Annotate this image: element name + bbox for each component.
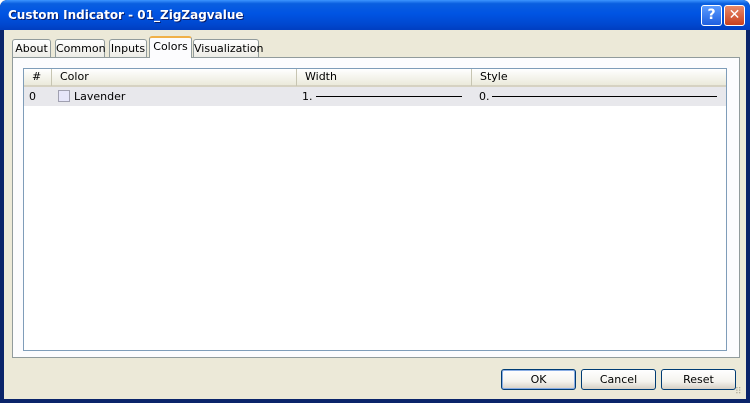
tab-visualization[interactable]: Visualization xyxy=(193,39,263,58)
tab-colors[interactable]: Colors xyxy=(149,36,192,58)
list-header: # Color Width Style xyxy=(24,69,726,87)
column-header-color[interactable]: Color xyxy=(52,69,297,86)
row-index: 0 xyxy=(29,90,36,103)
colors-list[interactable]: # Color Width Style 0 Lavender 1. 0. xyxy=(23,68,727,351)
window-title: Custom Indicator - 01_ZigZagvalue xyxy=(8,8,244,22)
dialog-window: Custom Indicator - 01_ZigZagvalue ? ✕ Ab… xyxy=(0,0,750,403)
color-name[interactable]: Lavender xyxy=(74,87,125,106)
cancel-button[interactable]: Cancel xyxy=(581,369,656,390)
width-value[interactable]: 1. xyxy=(302,87,313,106)
resize-grip-icon[interactable]: ⠿ xyxy=(735,387,745,397)
dialog-body: About Common Inputs Colors Visualization… xyxy=(4,30,746,399)
title-bar[interactable]: Custom Indicator - 01_ZigZagvalue ? ✕ xyxy=(0,0,750,30)
reset-button[interactable]: Reset xyxy=(661,369,736,390)
tab-common[interactable]: Common xyxy=(55,39,106,58)
close-button[interactable]: ✕ xyxy=(724,5,745,26)
tab-about[interactable]: About xyxy=(12,39,51,58)
column-header-index[interactable]: # xyxy=(24,69,52,86)
column-header-width[interactable]: Width xyxy=(297,69,472,86)
ok-button[interactable]: OK xyxy=(501,369,576,390)
tab-inputs[interactable]: Inputs xyxy=(109,39,147,58)
style-line-sample xyxy=(492,96,717,97)
width-line-sample xyxy=(316,96,462,97)
column-header-style[interactable]: Style xyxy=(472,69,726,86)
help-button[interactable]: ? xyxy=(701,5,722,26)
table-row[interactable]: 0 Lavender 1. 0. xyxy=(24,87,726,106)
color-swatch[interactable] xyxy=(58,90,70,102)
style-value[interactable]: 0. xyxy=(479,87,490,106)
colors-tab-panel: # Color Width Style 0 Lavender 1. 0. xyxy=(12,57,740,358)
